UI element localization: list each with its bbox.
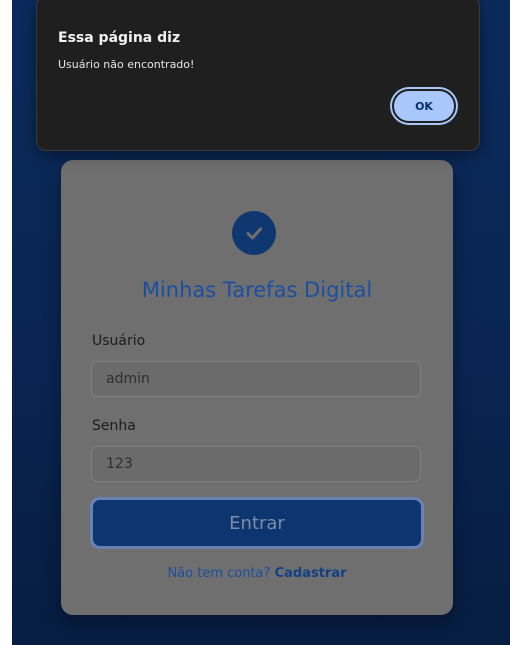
signup-link[interactable]: Cadastrar (275, 566, 347, 581)
username-input[interactable]: admin (91, 361, 421, 397)
app-title: Minhas Tarefas Digital (141, 278, 373, 302)
username-label: Usuário (92, 333, 146, 349)
password-input[interactable]: 123 (91, 446, 421, 482)
dialog-message: Usuário não encontrado! (58, 58, 195, 71)
signup-prompt-text: Não tem conta? (167, 566, 271, 581)
dialog-title: Essa página diz (58, 30, 181, 46)
password-label: Senha (92, 418, 136, 434)
checkmark-icon (246, 227, 262, 240)
check-circle-icon (232, 211, 276, 255)
ok-button[interactable]: OK (392, 89, 456, 123)
alert-dialog: Essa página diz Usuário não encontrado! … (36, 0, 480, 151)
login-button[interactable]: Entrar (90, 497, 424, 549)
signup-prompt: Não tem conta? Cadastrar (61, 566, 453, 581)
